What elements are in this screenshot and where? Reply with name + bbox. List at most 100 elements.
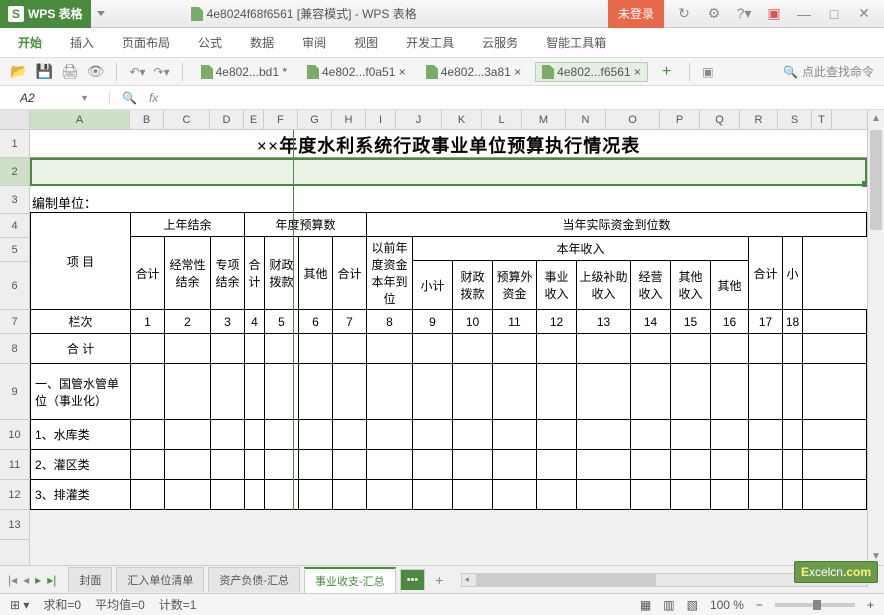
col-header[interactable]: G <box>298 110 332 129</box>
hscroll-thumb[interactable] <box>476 574 656 586</box>
print-icon[interactable]: 🖨 <box>61 63 79 80</box>
col-header[interactable]: D <box>210 110 244 129</box>
menu-insert[interactable]: 插入 <box>70 34 94 51</box>
title-cell[interactable]: ××年度水利系统行政事业单位预算执行情况表 <box>30 130 867 158</box>
row-header[interactable]: 5 <box>0 238 29 262</box>
th[interactable]: 上级补助收入 <box>577 261 631 310</box>
view-page-icon[interactable]: ▥ <box>663 598 674 612</box>
th[interactable]: 以前年度资金本年到位 <box>367 237 413 310</box>
th[interactable]: 合计 <box>245 237 265 310</box>
sync-icon[interactable]: ↻ <box>674 5 694 22</box>
td[interactable]: 14 <box>631 310 671 334</box>
menu-review[interactable]: 审阅 <box>302 34 326 51</box>
td[interactable]: 9 <box>413 310 453 334</box>
col-header[interactable]: Q <box>700 110 740 129</box>
scroll-up-icon[interactable]: ▲ <box>868 110 884 127</box>
th[interactable]: 本年收入 <box>413 237 749 261</box>
th[interactable]: 财政拨款 <box>453 261 493 310</box>
row-header[interactable]: 9 <box>0 364 29 420</box>
zoom-level[interactable]: 100 % <box>710 598 744 612</box>
col-header[interactable]: B <box>130 110 164 129</box>
th-project[interactable]: 项 目 <box>31 213 131 310</box>
collapse-icon[interactable]: ▣ <box>702 65 713 79</box>
td[interactable]: 栏次 <box>31 310 131 334</box>
sheet-tab[interactable]: 资产负债-汇总 <box>208 567 300 592</box>
td[interactable]: 1 <box>131 310 165 334</box>
th[interactable]: 专项结余 <box>211 237 245 310</box>
menu-view[interactable]: 视图 <box>354 34 378 51</box>
th[interactable]: 小计 <box>413 261 453 310</box>
preview-icon[interactable]: 👁 <box>87 63 105 80</box>
td[interactable]: 11 <box>493 310 537 334</box>
view-break-icon[interactable]: ▧ <box>687 598 698 612</box>
row-header[interactable]: 12 <box>0 480 29 510</box>
doc-tab-3[interactable]: 4e802...3a81 × <box>420 63 527 81</box>
td[interactable]: 一、国管水管单位（事业化） <box>31 364 131 420</box>
td[interactable]: 8 <box>367 310 413 334</box>
row-header[interactable]: 6 <box>0 262 29 310</box>
td[interactable]: 7 <box>333 310 367 334</box>
menu-ai[interactable]: 智能工具箱 <box>546 34 606 51</box>
th[interactable]: 合计 <box>749 237 783 310</box>
row-header[interactable]: 11 <box>0 450 29 480</box>
last-sheet-icon[interactable]: ▸| <box>47 573 56 587</box>
minimize-button[interactable]: — <box>794 6 814 22</box>
cell-a3[interactable]: 编制单位： <box>30 186 867 212</box>
maximize-button[interactable]: □ <box>824 6 844 22</box>
th[interactable]: 经常性结余 <box>165 237 211 310</box>
sheet-tab-active[interactable]: 事业收支-汇总 <box>304 567 396 593</box>
td[interactable]: 12 <box>537 310 577 334</box>
th-budget[interactable]: 年度预算数 <box>245 213 367 237</box>
help-icon[interactable]: ?▾ <box>734 5 754 22</box>
menu-dev[interactable]: 开发工具 <box>406 34 454 51</box>
th[interactable]: 其他 <box>299 237 333 310</box>
td[interactable]: 2、灌区类 <box>31 450 131 480</box>
col-header[interactable]: L <box>482 110 522 129</box>
zoom-out-button[interactable]: − <box>756 598 763 612</box>
command-search[interactable]: 🔍点此查找命令 <box>783 63 874 80</box>
row-header[interactable]: 4 <box>0 214 29 238</box>
col-header[interactable]: T <box>812 110 832 129</box>
col-header[interactable]: P <box>660 110 700 129</box>
open-icon[interactable]: 📂 <box>10 63 27 80</box>
grid-cells[interactable]: ××年度水利系统行政事业单位预算执行情况表 编制单位： 项 目 上年结余 年度预… <box>30 130 867 510</box>
row-header[interactable]: 7 <box>0 310 29 334</box>
td[interactable]: 18 <box>783 310 803 334</box>
first-sheet-icon[interactable]: |◂ <box>8 573 17 587</box>
col-header[interactable]: S <box>778 110 812 129</box>
fx-search-icon[interactable]: 🔍 <box>122 91 137 105</box>
col-header[interactable]: R <box>740 110 778 129</box>
td[interactable]: 合 计 <box>31 334 131 364</box>
vertical-scrollbar[interactable]: ▲ ▼ <box>867 110 884 565</box>
td[interactable]: 6 <box>299 310 333 334</box>
col-header[interactable]: H <box>332 110 366 129</box>
tools-icon[interactable]: ⊞ ▾ <box>10 598 29 612</box>
td[interactable] <box>803 310 867 334</box>
th-lastyear[interactable]: 上年结余 <box>131 213 245 237</box>
col-header[interactable]: A <box>30 110 130 129</box>
settings-icon[interactable]: ⚙ <box>704 5 724 22</box>
td[interactable]: 15 <box>671 310 711 334</box>
add-tab-button[interactable]: + <box>662 63 671 81</box>
close-button[interactable]: ✕ <box>854 5 874 22</box>
col-header[interactable]: C <box>164 110 210 129</box>
row-header[interactable]: 3 <box>0 186 29 214</box>
undo-icon[interactable]: ↶▾ <box>129 65 145 79</box>
doc-tab-1[interactable]: 4e802...bd1 * <box>195 63 293 81</box>
redo-icon[interactable]: ↷▾ <box>154 65 170 79</box>
td[interactable]: 1、水库类 <box>31 420 131 450</box>
col-header[interactable]: J <box>396 110 442 129</box>
td[interactable]: 3 <box>211 310 245 334</box>
td[interactable]: 13 <box>577 310 631 334</box>
td[interactable]: 2 <box>165 310 211 334</box>
row-header[interactable]: 10 <box>0 420 29 450</box>
prev-sheet-icon[interactable]: ◂ <box>23 573 29 587</box>
selected-cell[interactable] <box>30 158 867 186</box>
col-header[interactable]: N <box>566 110 606 129</box>
select-all-corner[interactable] <box>0 110 29 130</box>
th[interactable]: 小 <box>783 237 803 310</box>
col-header[interactable]: O <box>606 110 660 129</box>
th[interactable]: 经营收入 <box>631 261 671 310</box>
col-header[interactable]: E <box>244 110 264 129</box>
add-sheet-button[interactable]: + <box>435 572 443 588</box>
